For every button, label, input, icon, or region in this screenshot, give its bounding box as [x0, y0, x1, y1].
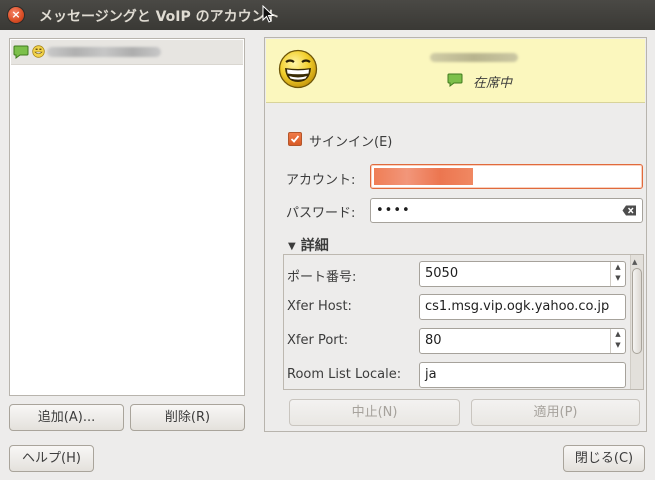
room-list-locale-label: Room List Locale: [287, 367, 402, 382]
cancel-button[interactable]: 中止(N) [289, 399, 460, 426]
account-name-redacted [47, 47, 161, 57]
checkmark-icon [290, 135, 300, 143]
scroll-up-arrow-icon[interactable]: ▲ [632, 258, 637, 266]
account-list-row[interactable] [11, 40, 243, 65]
delete-account-button[interactable]: 削除(R) [130, 404, 245, 431]
port-spinbutton[interactable]: 5050 [419, 261, 626, 287]
window-titlebar: × メッセージングと VoIP のアカウント [0, 0, 655, 30]
port-label: ポート番号: [287, 270, 357, 285]
room-list-locale-field[interactable]: ja [419, 362, 626, 388]
signin-checkbox[interactable] [288, 132, 302, 146]
xfer-host-label: Xfer Host: [287, 299, 352, 314]
mouse-cursor-icon [262, 5, 274, 23]
add-account-button[interactable]: 追加(A)... [9, 404, 124, 431]
account-display-name-redacted [430, 53, 518, 62]
expander-arrow-icon: ▼ [288, 241, 296, 252]
signin-label[interactable]: サインイン(E) [309, 131, 392, 150]
account-list[interactable] [9, 38, 245, 396]
clear-entry-icon[interactable] [622, 205, 637, 216]
details-expander[interactable]: ▼ 詳細 [288, 235, 329, 255]
apply-button[interactable]: 適用(P) [471, 399, 640, 426]
details-label: 詳細 [300, 238, 329, 254]
speech-bubble-green-icon [447, 73, 463, 87]
port-spin-arrows-icon[interactable]: ▲ ▼ [610, 262, 625, 286]
scrollbar-thumb[interactable] [632, 268, 642, 354]
password-label: パスワード: [286, 206, 356, 221]
help-button[interactable]: ヘルプ(H) [9, 445, 94, 472]
yahoo-smiley-icon [32, 45, 45, 58]
close-dialog-button[interactable]: 閉じる(C) [563, 445, 645, 472]
close-icon[interactable]: × [8, 7, 24, 23]
xfer-port-spinbutton[interactable]: 80 [419, 328, 626, 354]
yahoo-smiley-icon [278, 49, 318, 89]
password-field[interactable]: •••• [370, 198, 643, 223]
presence-status-text: 在席中 [473, 76, 513, 91]
xfer-port-spin-arrows-icon[interactable]: ▲ ▼ [610, 329, 625, 353]
xfer-port-label: Xfer Port: [287, 333, 349, 348]
account-value-redacted [374, 168, 473, 185]
account-header [266, 39, 645, 103]
window-title: メッセージングと VoIP のアカウント [39, 9, 280, 25]
xfer-host-field[interactable]: cs1.msg.vip.ogk.yahoo.co.jp [419, 294, 626, 320]
account-label: アカウント: [286, 173, 356, 188]
speech-bubble-green-icon [13, 45, 29, 59]
